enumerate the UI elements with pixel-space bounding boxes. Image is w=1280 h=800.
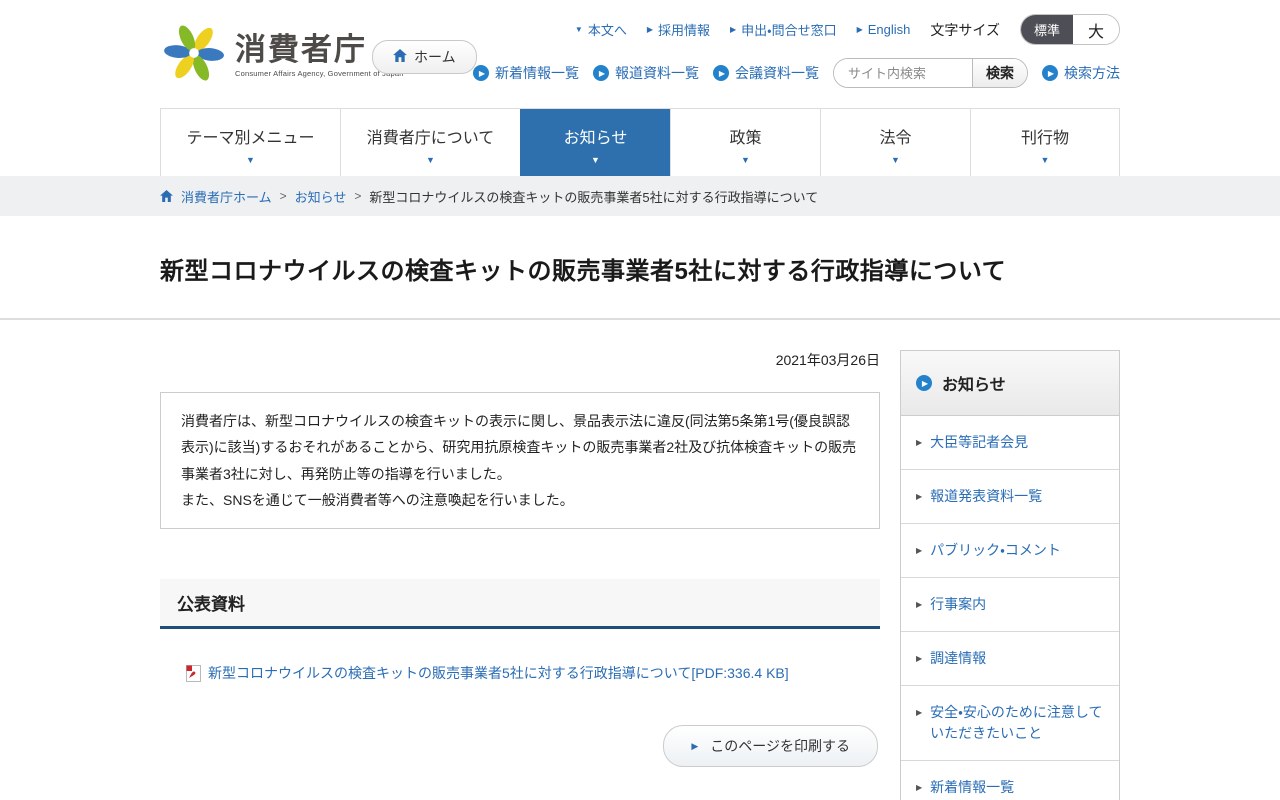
summary-paragraph-1: 消費者庁は、新型コロナウイルスの検査キットの表示に関し、景品表示法に違反(同法第… <box>181 413 857 482</box>
sidebar-item-procurement[interactable]: 調達情報 <box>901 632 1119 686</box>
arrow-circle-icon: ▶ <box>916 375 932 391</box>
sidebar-item-press-conference[interactable]: 大臣等記者会見 <box>901 416 1119 470</box>
nav-label: お知らせ <box>563 130 628 147</box>
sidebar-item-label: 報道発表資料一覧 <box>930 488 1043 504</box>
sidebar-item-label: 行事案内 <box>930 596 987 612</box>
breadcrumb-current: 新型コロナウイルスの検査キットの販売事業者5社に対する行政指導について <box>369 189 819 205</box>
recruit-link[interactable]: 採用情報 <box>647 20 710 39</box>
nav-about-caa[interactable]: 消費者庁について ▼ <box>340 109 520 176</box>
summary-box: 消費者庁は、新型コロナウイルスの検査キットの表示に関し、景品表示法に違反(同法第… <box>160 392 880 530</box>
search-input[interactable] <box>834 59 972 87</box>
documents-section-header: 公表資料 <box>160 579 880 630</box>
site-header: 消費者庁 Consumer Affairs Agency, Government… <box>0 0 1280 108</box>
breadcrumb-section-link[interactable]: お知らせ <box>295 187 347 206</box>
nav-publications[interactable]: 刊行物 ▼ <box>970 109 1120 176</box>
print-button-label: このページを印刷する <box>710 738 850 755</box>
sidebar-item-label: 調達情報 <box>930 650 987 666</box>
font-size-toggle: 標準 大 <box>1019 14 1120 45</box>
nav-label: 政策 <box>729 130 762 147</box>
print-page-button[interactable]: このページを印刷する <box>663 725 878 768</box>
arrow-circle-icon: ▶ <box>1042 65 1058 81</box>
site-search: 検索 <box>833 58 1028 88</box>
arrow-circle-icon: ▶ <box>713 65 729 81</box>
quick-link-label: 報道資料一覧 <box>615 65 699 81</box>
chevron-down-icon: ▼ <box>1040 155 1050 165</box>
sidebar-item-label: 新着情報一覧 <box>930 779 1015 795</box>
breadcrumb-band: 消費者庁ホーム > お知らせ > 新型コロナウイルスの検査キットの販売事業者5社… <box>0 176 1280 216</box>
summary-paragraph-2: また、SNSを通じて一般消費者等への注意喚起を行いました。 <box>181 491 574 508</box>
breadcrumb-separator: > <box>279 189 287 203</box>
sidebar-item-public-comment[interactable]: パブリック・コメント <box>901 524 1119 578</box>
sidebar-item-label: パブリック・コメント <box>930 542 1061 558</box>
chevron-down-icon: ▼ <box>741 155 750 165</box>
home-button-label: ホーム <box>414 49 456 65</box>
chevron-down-icon: ▼ <box>426 155 435 165</box>
top-link-label: 採用情報 <box>657 23 710 38</box>
breadcrumb: 消費者庁ホーム > お知らせ > 新型コロナウイルスの検査キットの販売事業者5社… <box>160 176 1120 216</box>
logo-title: 消費者庁 <box>235 31 367 67</box>
sidebar-item-new-info[interactable]: 新着情報一覧 <box>901 761 1119 800</box>
font-size-large-button[interactable]: 大 <box>1072 15 1119 44</box>
new-info-list-link[interactable]: ▶ 新着情報一覧 <box>473 63 579 83</box>
english-link[interactable]: English <box>857 22 911 37</box>
sidebar-header[interactable]: ▶ お知らせ <box>901 351 1119 416</box>
quick-link-label: 新着情報一覧 <box>495 65 579 81</box>
pdf-document-link[interactable]: 新型コロナウイルスの検査キットの販売事業者5社に対する行政指導について[PDF:… <box>208 663 789 683</box>
publish-date: 2021年03月26日 <box>775 352 880 368</box>
quick-link-label: 検索方法 <box>1064 65 1120 81</box>
nav-label: テーマ別メニュー <box>186 130 315 147</box>
chevron-down-icon: ▼ <box>591 155 600 165</box>
content-area: 2021年03月26日 消費者庁は、新型コロナウイルスの検査キットの表示に関し、… <box>160 320 1120 800</box>
skip-to-content-link[interactable]: 本文へ <box>575 20 627 39</box>
pdf-icon <box>186 664 201 682</box>
sidebar-item-events[interactable]: 行事案内 <box>901 578 1119 632</box>
nav-news[interactable]: お知らせ ▼ <box>520 109 670 176</box>
nav-policy[interactable]: 政策 ▼ <box>670 109 820 176</box>
contact-link[interactable]: 申出・問合せ窓口 <box>730 20 837 39</box>
top-link-label: 本文へ <box>587 23 627 38</box>
chevron-down-icon: ▼ <box>246 155 255 165</box>
sidebar-item-safety-notice[interactable]: 安全・安心のために注意していただきたいこと <box>901 686 1119 761</box>
search-help-link[interactable]: ▶ 検索方法 <box>1042 63 1120 83</box>
sidebar-item-label: 大臣等記者会見 <box>930 434 1029 450</box>
home-button[interactable]: ホーム <box>372 40 477 74</box>
top-link-label: 申出・問合せ窓口 <box>741 23 837 38</box>
font-size-label: 文字サイズ <box>930 21 1000 38</box>
meeting-material-list-link[interactable]: ▶ 会議資料一覧 <box>713 63 819 83</box>
page-title: 新型コロナウイルスの検査キットの販売事業者5社に対する行政指導について <box>160 258 1007 285</box>
search-button[interactable]: 検索 <box>972 59 1027 87</box>
press-material-list-link[interactable]: ▶ 報道資料一覧 <box>593 63 699 83</box>
global-nav: テーマ別メニュー ▼ 消費者庁について ▼ お知らせ ▼ 政策 ▼ 法令 ▼ 刊… <box>160 108 1120 176</box>
agency-logo[interactable]: 消費者庁 Consumer Affairs Agency, Government… <box>163 22 404 89</box>
pdf-link-row: 新型コロナウイルスの検査キットの販売事業者5社に対する行政指導について[PDF:… <box>160 663 880 683</box>
title-band: 新型コロナウイルスの検査キットの販売事業者5社に対する行政指導について <box>0 216 1280 320</box>
arrow-circle-icon: ▶ <box>473 65 489 81</box>
home-icon <box>160 190 173 202</box>
arrow-circle-icon: ▶ <box>593 65 609 81</box>
nav-theme-menu[interactable]: テーマ別メニュー ▼ <box>160 109 340 176</box>
nav-label: 消費者庁について <box>366 130 495 147</box>
top-link-label: English <box>867 22 911 37</box>
breadcrumb-separator: > <box>354 189 362 203</box>
sidebar-title: お知らせ <box>942 377 1006 394</box>
sidebar: ▶ お知らせ 大臣等記者会見 報道発表資料一覧 パブリック・コメント 行事案内 … <box>900 350 1120 800</box>
nav-laws[interactable]: 法令 ▼ <box>820 109 970 176</box>
chevron-down-icon: ▼ <box>891 155 900 165</box>
nav-label: 法令 <box>879 130 912 147</box>
quick-link-label: 会議資料一覧 <box>735 65 819 81</box>
nav-label: 刊行物 <box>1020 130 1069 147</box>
main-column: 2021年03月26日 消費者庁は、新型コロナウイルスの検査キットの表示に関し、… <box>160 350 880 768</box>
font-size-standard-button[interactable]: 標準 <box>1020 15 1073 44</box>
breadcrumb-home-link[interactable]: 消費者庁ホーム <box>181 187 272 206</box>
sidebar-item-label: 安全・安心のために注意していただきたいこと <box>930 704 1103 741</box>
pinwheel-logo-icon <box>163 22 225 89</box>
home-icon <box>393 49 407 65</box>
sidebar-item-press-releases[interactable]: 報道発表資料一覧 <box>901 470 1119 524</box>
